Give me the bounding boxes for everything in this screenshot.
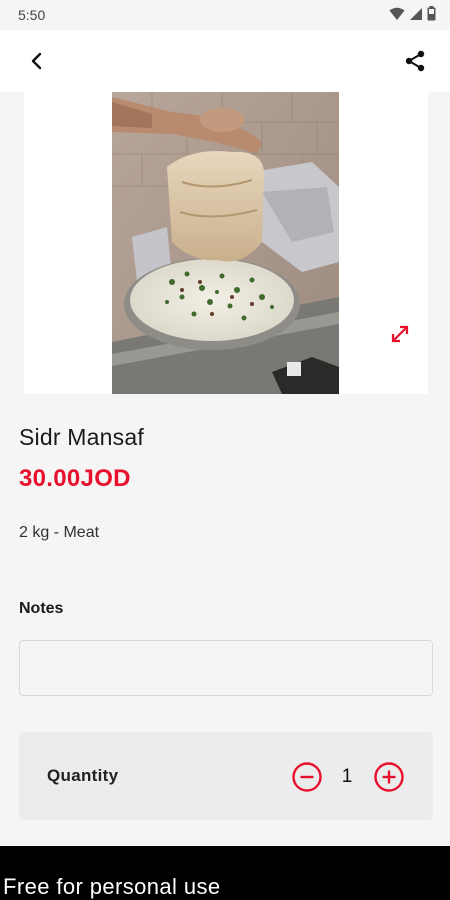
expand-icon [391, 325, 409, 343]
decrease-quantity-button[interactable] [291, 761, 323, 793]
share-icon [405, 50, 425, 72]
notes-label: Notes [19, 600, 64, 617]
share-button[interactable] [400, 46, 430, 76]
quantity-value: 1 [341, 766, 353, 787]
status-time: 5:50 [18, 7, 46, 23]
back-button[interactable] [22, 46, 52, 76]
quantity-card: Quantity 1 [19, 732, 433, 820]
status-bar: 5:50 [0, 0, 450, 30]
back-arrow-icon [31, 52, 42, 70]
signal-icon [410, 7, 422, 20]
app-bar [0, 30, 450, 92]
watermark-banner: Free for personal use [0, 846, 450, 900]
product-photo[interactable] [112, 92, 339, 394]
expand-image-button[interactable] [388, 322, 412, 346]
minus-circle-icon [292, 762, 322, 792]
battery-icon [427, 6, 436, 21]
watermark-text: Free for personal use [3, 874, 221, 899]
wifi-icon [389, 7, 405, 20]
plus-circle-icon [374, 762, 404, 792]
quantity-label: Quantity [47, 766, 119, 785]
product-description: 2 kg - Meat [19, 524, 100, 541]
status-icons [389, 6, 436, 21]
product-image-card [24, 92, 428, 394]
notes-field[interactable] [19, 640, 433, 696]
product-price: 30.00JOD [19, 465, 131, 492]
increase-quantity-button[interactable] [373, 761, 405, 793]
product-title: Sidr Mansaf [19, 424, 144, 450]
mansaf-dish-image [112, 92, 339, 394]
